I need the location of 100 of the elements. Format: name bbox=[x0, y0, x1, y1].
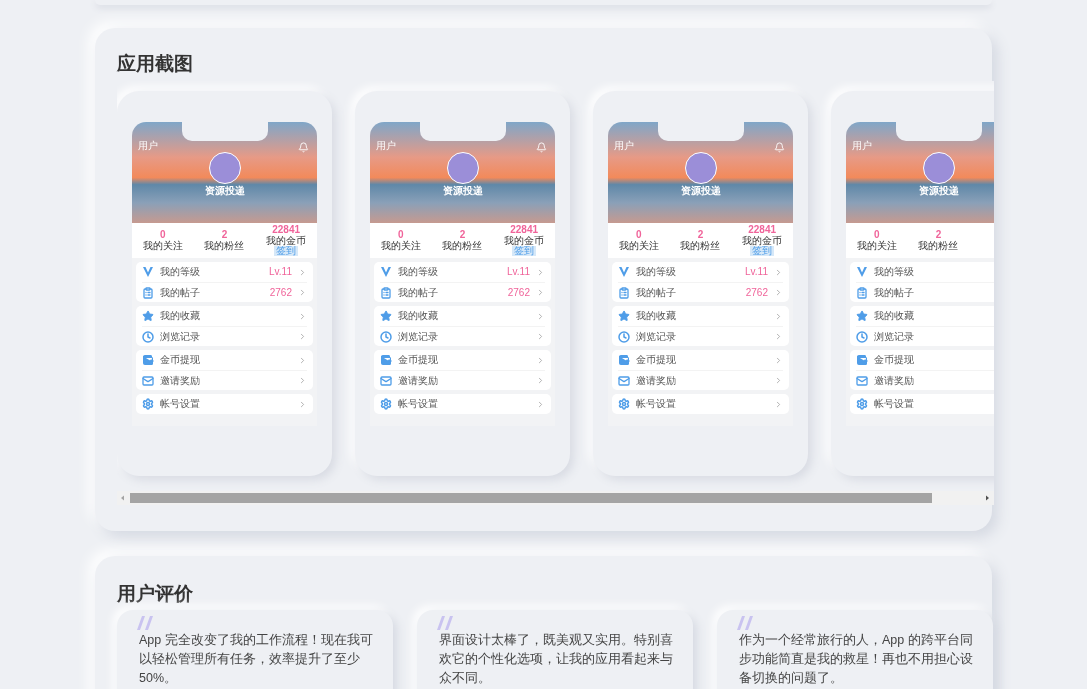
menu-label: 邀请奖励 bbox=[160, 375, 201, 386]
stat-label: 我的粉丝 bbox=[918, 241, 959, 251]
bell-icon[interactable] bbox=[774, 142, 785, 153]
review-text: App 完全改变了我的工作流程！现在我可以轻松管理所有任务，效率提升了至少50%。 bbox=[139, 632, 374, 687]
menu-item[interactable]: 我的收藏 bbox=[142, 306, 307, 326]
menu-item[interactable]: 我的等级 Lv.11 bbox=[380, 262, 545, 282]
stat-value: 0 bbox=[398, 230, 404, 240]
menu-item[interactable]: 我的帖子 2762 bbox=[142, 282, 307, 302]
stat-value: 2 bbox=[459, 230, 466, 240]
mail-icon bbox=[618, 374, 630, 387]
user-name: 资源投递 bbox=[680, 186, 721, 196]
menu-label: 帐号设置 bbox=[636, 399, 677, 409]
stat-label: 我的金币 bbox=[742, 236, 783, 246]
settings-icon bbox=[856, 398, 868, 410]
section-title: 应用截图 bbox=[117, 54, 194, 73]
menu-label: 我的帖子 bbox=[398, 287, 439, 298]
chevron-icon bbox=[536, 332, 545, 341]
section-title: 用户评价 bbox=[117, 584, 194, 603]
header-title: 用户 bbox=[614, 141, 634, 151]
menu-label: 帐号设置 bbox=[398, 399, 439, 409]
mail-icon bbox=[856, 374, 868, 387]
chevron-icon bbox=[774, 267, 783, 277]
menu-item[interactable]: 帐号设置 bbox=[142, 394, 307, 414]
user-name: 资源投递 bbox=[204, 186, 245, 196]
settings-icon bbox=[142, 398, 154, 410]
clock-icon bbox=[380, 330, 392, 343]
menu-item[interactable]: 我的收藏 bbox=[380, 306, 545, 326]
mail-icon bbox=[142, 374, 154, 387]
menu-item[interactable]: 邀请奖励 bbox=[856, 370, 994, 390]
menu-item[interactable]: 我的帖子 2762 bbox=[380, 282, 545, 302]
menu-item[interactable]: 邀请奖励 bbox=[380, 370, 545, 390]
stat-label: 我的金币 bbox=[504, 236, 545, 246]
menu-item[interactable]: 邀请奖励 bbox=[142, 370, 307, 390]
menu-item[interactable]: 浏览记录 bbox=[856, 326, 994, 346]
menu-item[interactable]: 浏览记录 bbox=[380, 326, 545, 346]
bell-icon[interactable] bbox=[298, 142, 309, 153]
menu-item[interactable]: 浏览记录 bbox=[142, 326, 307, 346]
menu-label: 我的等级 bbox=[636, 267, 677, 277]
menu-item[interactable]: 帐号设置 bbox=[618, 394, 783, 414]
menu-item[interactable]: 金币提现 bbox=[856, 350, 994, 370]
v-icon bbox=[618, 266, 630, 278]
menu-label: 金币提现 bbox=[636, 355, 677, 365]
header-title: 用户 bbox=[138, 141, 158, 151]
menu-item[interactable]: 我的帖子 bbox=[856, 282, 994, 302]
mail-icon bbox=[380, 374, 392, 387]
menu-label: 金币提现 bbox=[398, 355, 439, 365]
v-icon bbox=[142, 266, 154, 278]
clock-icon bbox=[856, 330, 868, 343]
menu-label: 我的等级 bbox=[874, 267, 915, 277]
menu-label: 我的收藏 bbox=[160, 311, 201, 321]
chevron-icon bbox=[298, 288, 307, 297]
menu-item[interactable]: 我的等级 Lv.11 bbox=[618, 262, 783, 282]
stat-value: 0 bbox=[160, 230, 166, 240]
stat-value: 22841 bbox=[748, 225, 777, 235]
menu-label: 帐号设置 bbox=[160, 399, 201, 409]
avatar bbox=[922, 152, 955, 184]
settings-icon bbox=[618, 398, 630, 410]
chevron-icon bbox=[536, 288, 545, 297]
star-icon bbox=[856, 310, 868, 322]
menu-item[interactable]: 我的帖子 2762 bbox=[618, 282, 783, 302]
clipboard-icon bbox=[380, 286, 392, 299]
menu-item[interactable]: 金币提现 bbox=[380, 350, 545, 370]
v-icon bbox=[856, 266, 868, 278]
menu-item[interactable]: 帐号设置 bbox=[856, 394, 994, 414]
menu-item[interactable]: 邀请奖励 bbox=[618, 370, 783, 390]
menu-value: Lv.11 bbox=[745, 267, 768, 277]
menu-label: 我的收藏 bbox=[636, 311, 677, 321]
stat-value: 22841 bbox=[272, 225, 301, 235]
menu-item[interactable]: 金币提现 bbox=[618, 350, 783, 370]
stat-label: 我的粉丝 bbox=[680, 241, 721, 251]
chevron-icon bbox=[298, 332, 307, 341]
clock-icon bbox=[618, 330, 630, 343]
chevron-icon bbox=[774, 311, 783, 321]
review-text: 界面设计太棒了，既美观又实用。特别喜欢它的个性化选项，让我的应用看起来与众不同。 bbox=[439, 632, 674, 687]
menu-item[interactable]: 我的收藏 bbox=[618, 306, 783, 326]
menu-item[interactable]: 金币提现 bbox=[142, 350, 307, 370]
menu-item[interactable]: 我的收藏 bbox=[856, 306, 994, 326]
clock-icon bbox=[142, 330, 154, 343]
menu-label: 我的帖子 bbox=[874, 287, 915, 298]
menu-item[interactable]: 浏览记录 bbox=[618, 326, 783, 346]
bell-icon[interactable] bbox=[536, 142, 547, 153]
chevron-icon bbox=[298, 355, 307, 365]
stat-label: 我的金币 bbox=[266, 236, 307, 246]
menu-item[interactable]: 我的等级 bbox=[856, 262, 994, 282]
chevron-icon bbox=[774, 399, 783, 409]
menu-label: 我的等级 bbox=[398, 267, 439, 277]
menu-item[interactable]: 帐号设置 bbox=[380, 394, 545, 414]
chevron-icon bbox=[774, 332, 783, 341]
menu-label: 我的帖子 bbox=[636, 287, 677, 298]
header-title: 用户 bbox=[852, 141, 872, 151]
stat-value: 0 bbox=[874, 230, 880, 240]
settings-icon bbox=[380, 398, 392, 410]
chevron-icon bbox=[774, 288, 783, 297]
stat-label: 我的关注 bbox=[618, 241, 659, 251]
menu-label: 帐号设置 bbox=[874, 399, 915, 409]
star-icon bbox=[618, 310, 630, 322]
chevron-icon bbox=[298, 267, 307, 277]
star-icon bbox=[380, 310, 392, 322]
avatar bbox=[446, 152, 479, 184]
menu-item[interactable]: 我的等级 Lv.11 bbox=[142, 262, 307, 282]
